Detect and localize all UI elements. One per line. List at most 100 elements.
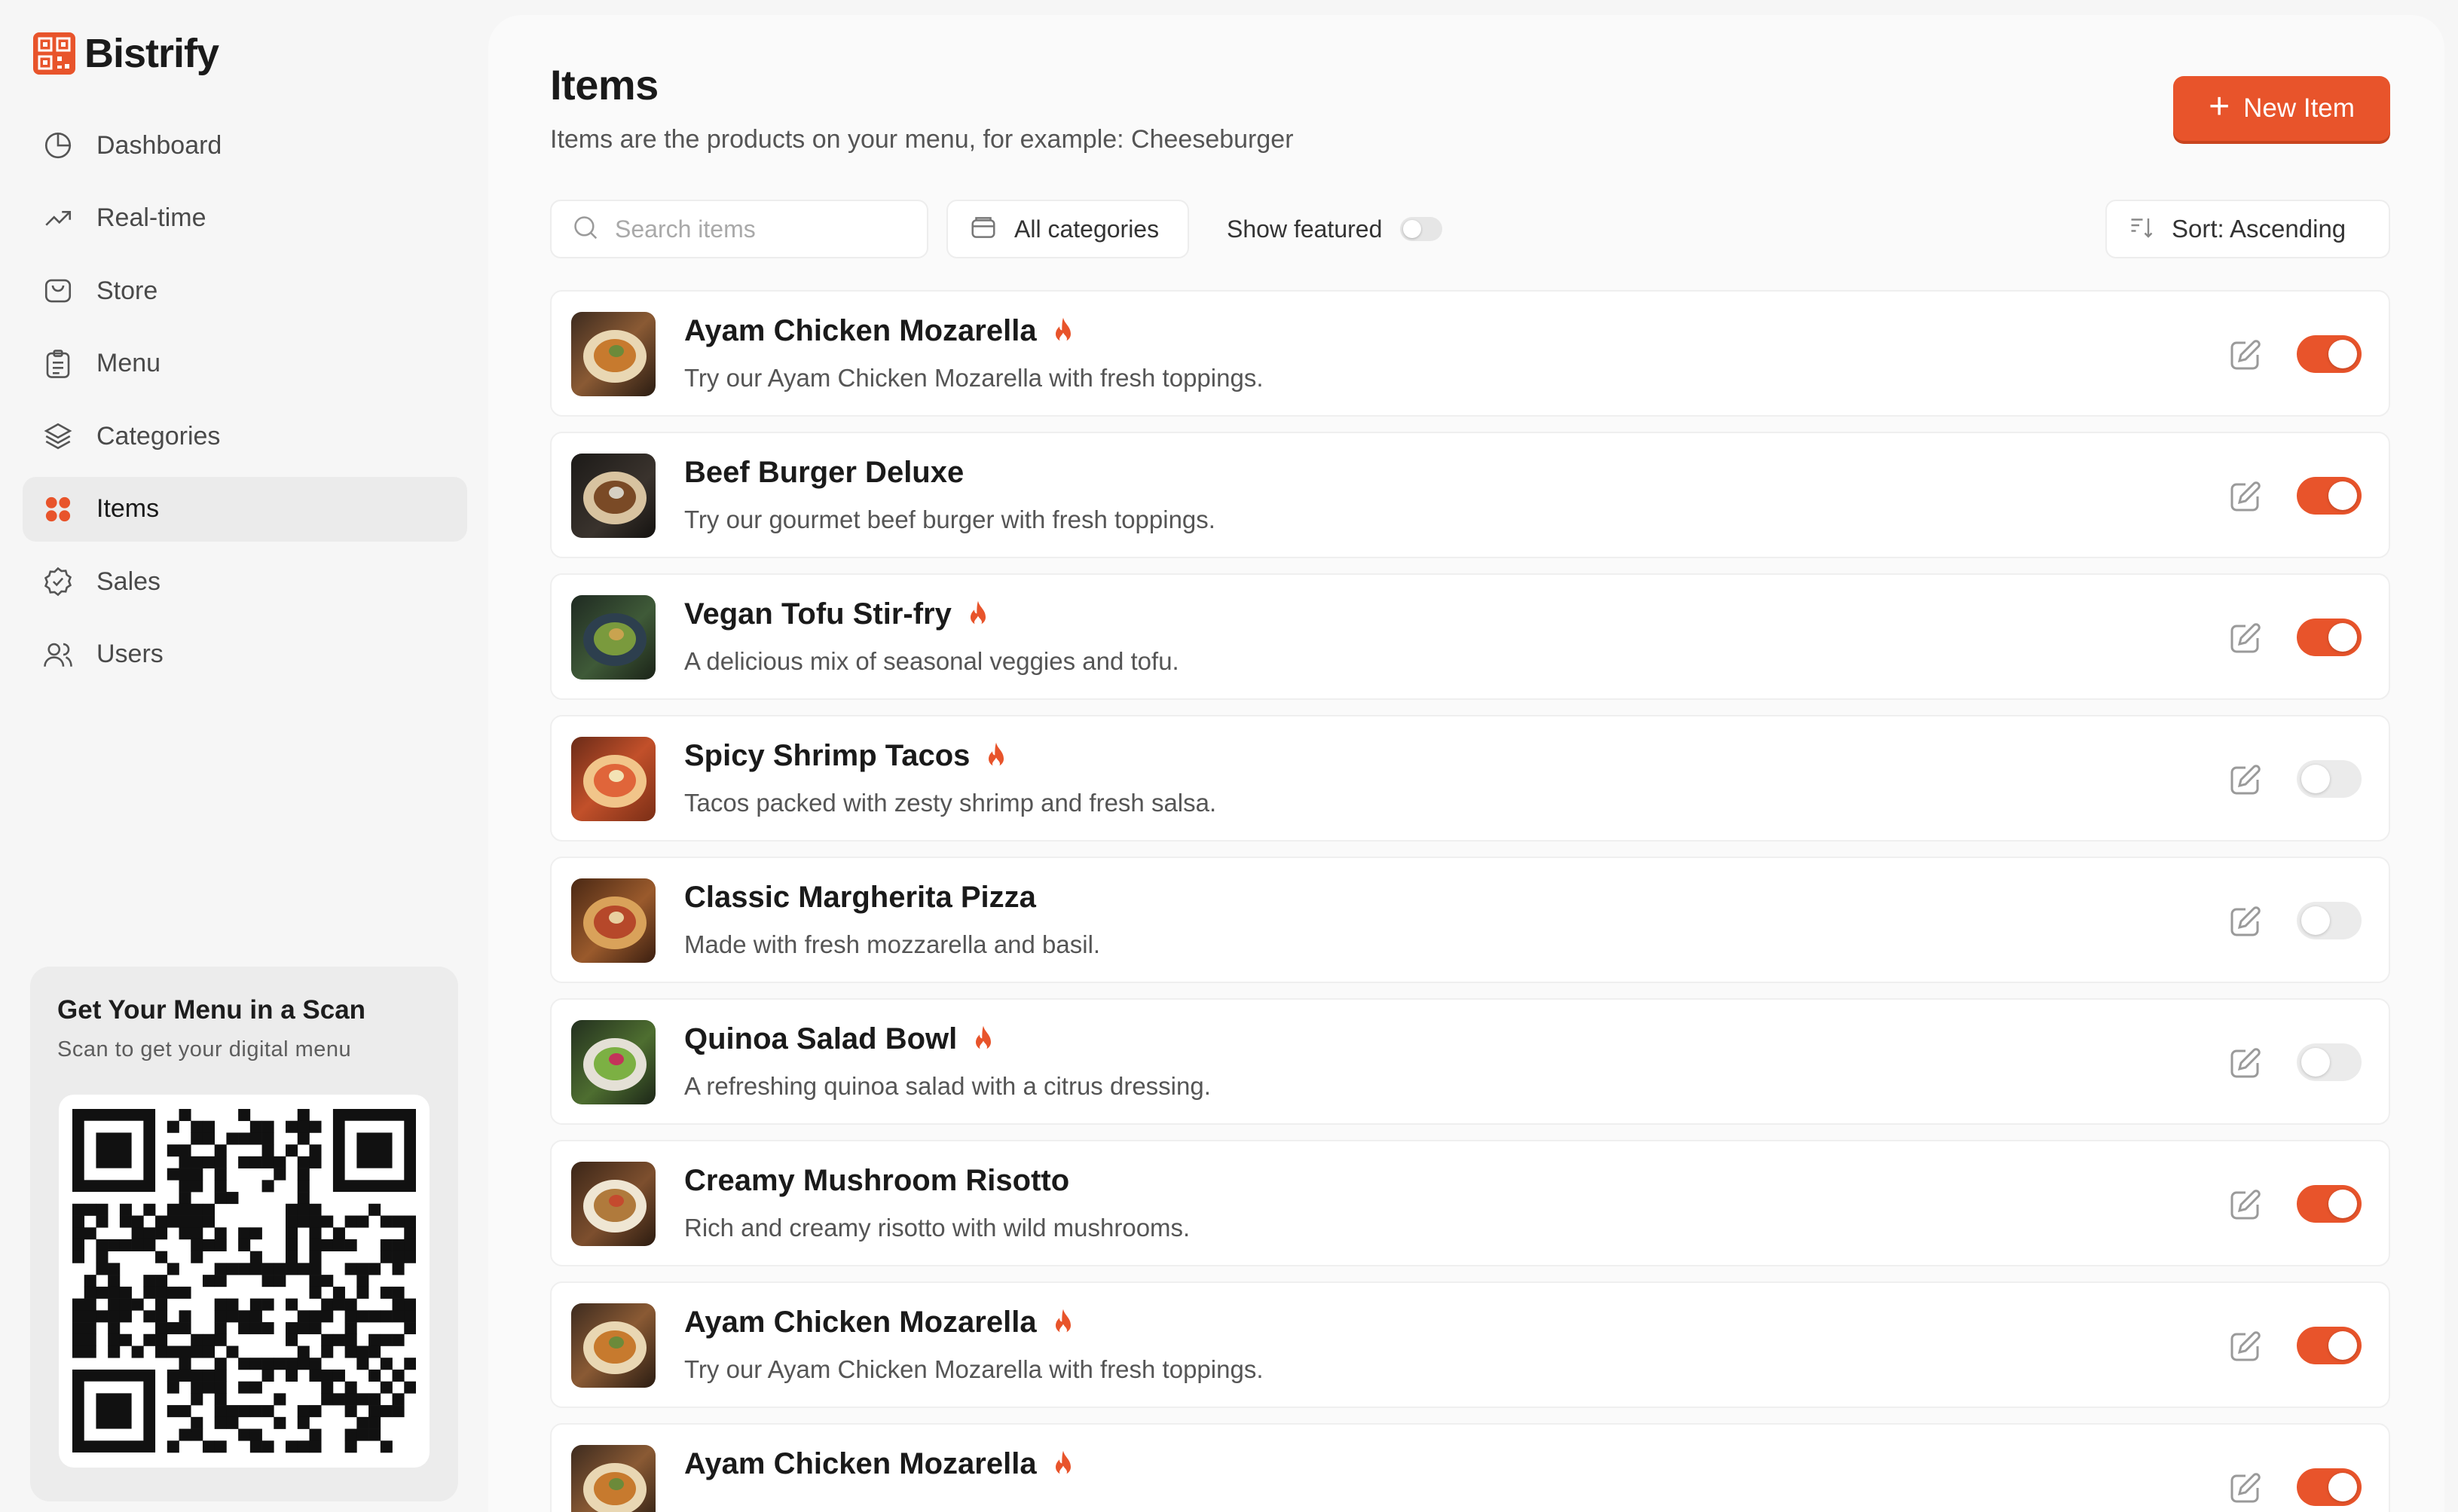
item-name-wrap: Vegan Tofu Stir-fry <box>684 597 991 631</box>
item-thumbnail <box>571 595 656 680</box>
edit-icon <box>2230 481 2261 512</box>
sidebar: Bistrify Dashboard Real-time Store Menu … <box>0 0 482 1512</box>
edit-button[interactable] <box>2227 1470 2264 1506</box>
item-row[interactable]: Quinoa Salad Bowl A refreshing quinoa sa… <box>550 998 2390 1125</box>
sort-button[interactable]: Sort: Ascending <box>2105 200 2390 258</box>
availability-toggle[interactable] <box>2297 619 2362 656</box>
edit-icon <box>2230 1331 2261 1361</box>
item-name: Quinoa Salad Bowl <box>684 1022 958 1055</box>
item-description: A delicious mix of seasonal veggies and … <box>684 647 1179 675</box>
search-input[interactable] <box>615 215 916 243</box>
item-name: Beef Burger Deluxe <box>684 456 965 489</box>
item-row[interactable]: Creamy Mushroom Risotto Rich and creamy … <box>550 1140 2390 1266</box>
page-title: Items <box>550 61 659 108</box>
sidebar-item-label: Items <box>96 494 160 523</box>
toggle-knob <box>2301 1048 2330 1077</box>
featured-filter: Show featured <box>1227 200 1443 258</box>
trend-up-icon <box>41 201 75 236</box>
availability-toggle[interactable] <box>2297 335 2362 373</box>
availability-toggle[interactable] <box>2297 760 2362 798</box>
flame-icon <box>1050 1308 1076 1338</box>
sidebar-item-label: Menu <box>96 349 161 377</box>
edit-button[interactable] <box>2227 1328 2264 1364</box>
toggle-knob <box>2328 1331 2357 1360</box>
item-name: Spicy Shrimp Tacos <box>684 739 971 772</box>
item-row[interactable]: Ayam Chicken Mozarella Try our Ayam Chic… <box>550 290 2390 417</box>
page-subtitle: Items are the products on your menu, for… <box>550 125 1294 154</box>
availability-toggle[interactable] <box>2297 902 2362 939</box>
availability-toggle[interactable] <box>2297 1043 2362 1081</box>
garnish-shape <box>609 1195 624 1207</box>
item-name: Ayam Chicken Mozarella <box>684 1447 1037 1480</box>
qr-code-image <box>72 1109 416 1453</box>
item-thumbnail <box>571 1162 656 1246</box>
availability-toggle[interactable] <box>2297 1468 2362 1506</box>
sidebar-item-items[interactable]: Items <box>23 476 467 542</box>
item-row[interactable]: Classic Margherita Pizza Made with fresh… <box>550 857 2390 983</box>
item-name-wrap: Beef Burger Deluxe <box>684 456 964 490</box>
item-name-wrap: Classic Margherita Pizza <box>684 881 1036 915</box>
sidebar-item-label: Sales <box>96 567 161 596</box>
flame-icon <box>971 1025 996 1055</box>
sidebar-item-sales[interactable]: Sales <box>23 549 467 614</box>
store-icon <box>41 273 75 308</box>
garnish-shape <box>609 345 624 357</box>
garnish-shape <box>609 770 624 782</box>
category-filter-label: All categories <box>1014 215 1160 243</box>
toggle-knob <box>1403 220 1422 238</box>
availability-toggle[interactable] <box>2297 1327 2362 1364</box>
availability-toggle[interactable] <box>2297 1185 2362 1223</box>
app-window: Bistrify Dashboard Real-time Store Menu … <box>0 0 2458 1512</box>
badge-check-icon <box>41 564 75 599</box>
item-description: Rich and creamy risotto with wild mushro… <box>684 1214 1191 1242</box>
new-item-button-label: New Item <box>2243 93 2355 123</box>
item-name-wrap: Quinoa Salad Bowl <box>684 1022 996 1056</box>
sidebar-item-users[interactable]: Users <box>23 622 467 687</box>
flame-icon <box>983 741 1009 771</box>
featured-toggle[interactable] <box>1400 217 1443 241</box>
item-description: Try our gourmet beef burger with fresh t… <box>684 506 1215 533</box>
item-row[interactable]: Beef Burger Deluxe Try our gourmet beef … <box>550 432 2390 558</box>
sidebar-item-categories[interactable]: Categories <box>23 404 467 469</box>
toggle-knob <box>2328 1473 2357 1501</box>
item-name: Creamy Mushroom Risotto <box>684 1164 1070 1197</box>
item-row[interactable]: Ayam Chicken Mozarella Try our Ayam Chic… <box>550 1281 2390 1408</box>
edit-icon <box>2230 1190 2261 1220</box>
edit-button[interactable] <box>2227 620 2264 656</box>
item-name-wrap: Creamy Mushroom Risotto <box>684 1164 1069 1198</box>
sidebar-item-label: Store <box>96 276 158 305</box>
sidebar-item-store[interactable]: Store <box>23 258 467 323</box>
item-name-wrap: Spicy Shrimp Tacos <box>684 739 1009 773</box>
sidebar-item-menu[interactable]: Menu <box>23 331 467 396</box>
item-thumbnail <box>571 1445 656 1512</box>
item-row[interactable]: Vegan Tofu Stir-fry A delicious mix of s… <box>550 573 2390 700</box>
item-row[interactable]: Ayam Chicken Mozarella <box>550 1423 2390 1512</box>
search-icon <box>571 213 600 246</box>
category-filter[interactable]: All categories <box>946 200 1189 258</box>
featured-label: Show featured <box>1227 215 1383 243</box>
qr-code-container[interactable] <box>59 1095 430 1468</box>
sidebar-item-real-time[interactable]: Real-time <box>23 186 467 251</box>
edit-button[interactable] <box>2227 337 2264 373</box>
edit-button[interactable] <box>2227 1187 2264 1223</box>
availability-toggle[interactable] <box>2297 477 2362 515</box>
toggle-knob <box>2328 1190 2357 1218</box>
edit-button[interactable] <box>2227 478 2264 515</box>
new-item-button[interactable]: + New Item <box>2173 76 2390 141</box>
item-thumbnail <box>571 312 656 396</box>
clipboard-icon <box>41 347 75 381</box>
edit-button[interactable] <box>2227 1045 2264 1081</box>
toggle-knob <box>2328 340 2357 368</box>
edit-button[interactable] <box>2227 762 2264 798</box>
sidebar-item-dashboard[interactable]: Dashboard <box>23 113 467 178</box>
qr-card-title: Get Your Menu in a Scan <box>57 995 366 1025</box>
item-row[interactable]: Spicy Shrimp Tacos Tacos packed with zes… <box>550 715 2390 842</box>
qr-card-subtitle: Scan to get your digital menu <box>57 1037 352 1061</box>
item-description: Made with fresh mozzarella and basil. <box>684 930 1101 958</box>
plus-icon: + <box>2209 87 2230 127</box>
edit-button[interactable] <box>2227 903 2264 939</box>
toggle-knob <box>2328 623 2357 652</box>
search-field[interactable] <box>550 200 928 258</box>
sidebar-item-label: Dashboard <box>96 130 222 160</box>
brand[interactable]: Bistrify <box>33 30 219 77</box>
